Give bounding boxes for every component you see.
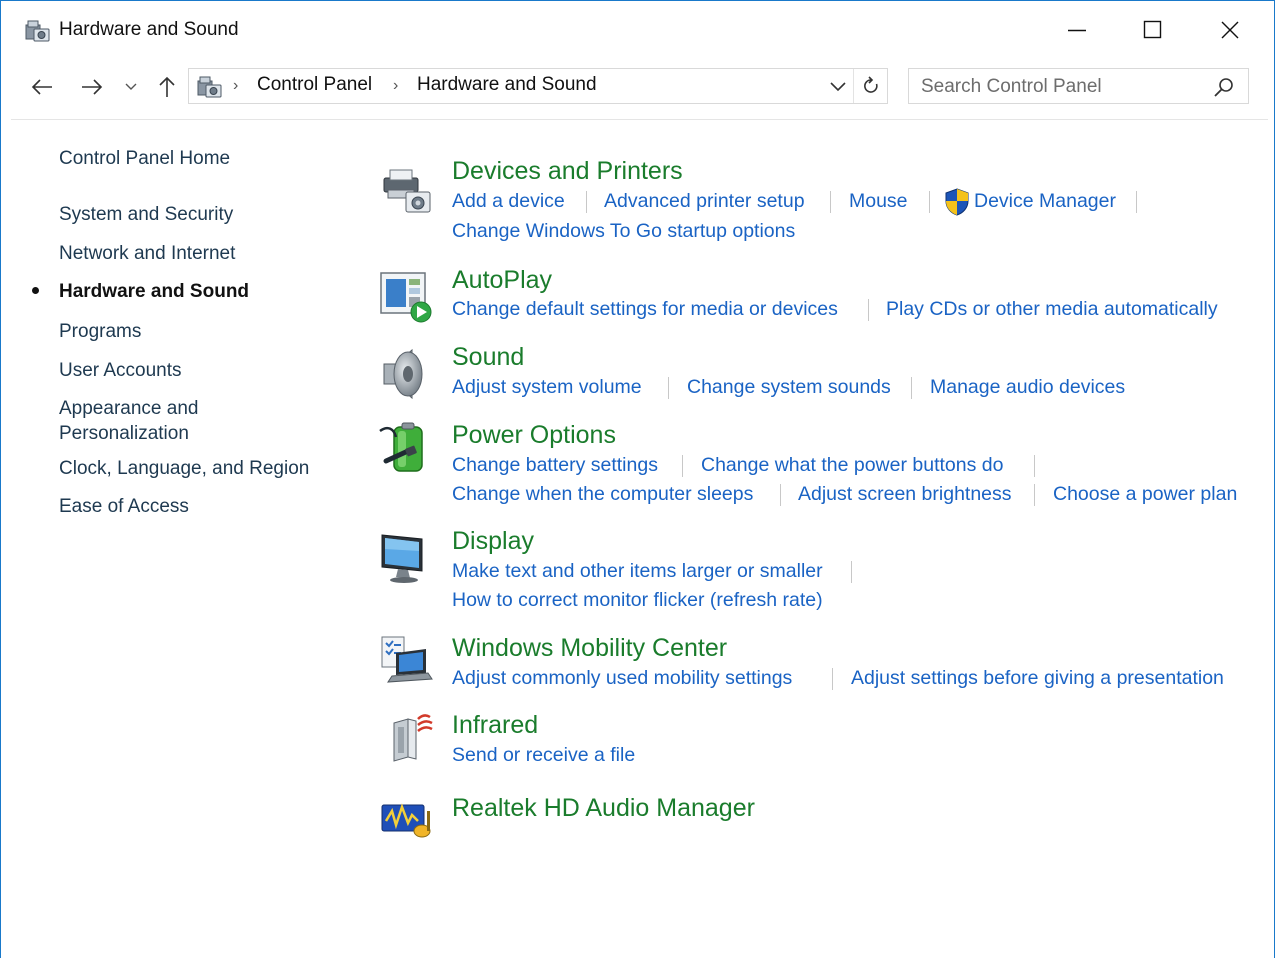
title-bar[interactable]: Hardware and Sound bbox=[1, 1, 1274, 59]
link-separator bbox=[830, 191, 831, 213]
arrow-left-icon bbox=[31, 79, 52, 95]
nav-control-panel-home[interactable]: Control Panel Home bbox=[59, 146, 230, 171]
link-change-power-buttons[interactable]: Change what the power buttons do bbox=[701, 453, 1003, 478]
up-button[interactable] bbox=[151, 71, 183, 103]
breadcrumb-control-panel[interactable]: Control Panel bbox=[257, 74, 372, 96]
minimize-button[interactable] bbox=[1047, 9, 1107, 51]
link-separator bbox=[1136, 191, 1137, 213]
recent-locations-button[interactable] bbox=[121, 71, 141, 103]
link-change-computer-sleeps[interactable]: Change when the computer sleeps bbox=[452, 482, 753, 507]
search-icon[interactable] bbox=[1213, 76, 1235, 98]
link-adjust-screen-brightness[interactable]: Adjust screen brightness bbox=[798, 482, 1012, 507]
link-separator bbox=[832, 668, 833, 690]
maximize-icon bbox=[1143, 20, 1162, 39]
link-change-system-sounds[interactable]: Change system sounds bbox=[687, 375, 891, 400]
nav-clock-language-region[interactable]: Clock, Language, and Region bbox=[59, 456, 309, 481]
printer-icon[interactable] bbox=[378, 164, 434, 220]
search-input[interactable] bbox=[921, 75, 1201, 99]
battery-icon[interactable] bbox=[378, 421, 434, 477]
link-separator bbox=[1034, 455, 1035, 477]
link-change-windows-to-go[interactable]: Change Windows To Go startup options bbox=[452, 219, 795, 244]
mobility-icon[interactable] bbox=[378, 633, 434, 689]
link-play-cds-automatically[interactable]: Play CDs or other media automatically bbox=[886, 297, 1218, 322]
chevron-down-icon bbox=[125, 83, 137, 90]
category-realtek-hd-audio-manager[interactable]: Realtek HD Audio Manager bbox=[452, 793, 755, 823]
nav-system-and-security[interactable]: System and Security bbox=[59, 202, 233, 227]
link-separator bbox=[851, 561, 852, 583]
link-choose-power-plan[interactable]: Choose a power plan bbox=[1053, 482, 1237, 507]
category-devices-and-printers[interactable]: Devices and Printers bbox=[452, 156, 683, 186]
control-panel-window: Hardware and Sound › Control Panel › Har… bbox=[0, 0, 1275, 958]
link-separator bbox=[682, 455, 683, 477]
arrow-up-icon bbox=[159, 76, 175, 97]
nav-network-and-internet[interactable]: Network and Internet bbox=[59, 241, 235, 266]
breadcrumb-separator-icon[interactable]: › bbox=[393, 77, 398, 95]
hardware-sound-icon bbox=[25, 20, 50, 42]
nav-hardware-and-sound: Hardware and Sound bbox=[59, 281, 250, 302]
category-infrared[interactable]: Infrared bbox=[452, 710, 538, 740]
link-send-or-receive-file[interactable]: Send or receive a file bbox=[452, 743, 635, 768]
chevron-down-icon[interactable] bbox=[829, 79, 847, 95]
control-panel-icon bbox=[197, 76, 222, 98]
link-adjust-presentation-settings[interactable]: Adjust settings before giving a presenta… bbox=[851, 666, 1224, 691]
monitor-icon[interactable] bbox=[378, 531, 434, 587]
category-power-options[interactable]: Power Options bbox=[452, 420, 616, 450]
link-separator bbox=[668, 377, 669, 399]
nav-appearance-and-personalization[interactable]: Appearance and Personalization bbox=[59, 396, 219, 446]
forward-button[interactable] bbox=[75, 71, 109, 103]
current-page-bullet bbox=[32, 287, 39, 294]
close-icon bbox=[1221, 21, 1239, 39]
link-change-battery-settings[interactable]: Change battery settings bbox=[452, 453, 658, 478]
link-advanced-printer-setup[interactable]: Advanced printer setup bbox=[604, 189, 805, 214]
refresh-icon bbox=[863, 76, 878, 93]
link-manage-audio-devices[interactable]: Manage audio devices bbox=[930, 375, 1125, 400]
nav-user-accounts[interactable]: User Accounts bbox=[59, 358, 182, 383]
link-add-a-device[interactable]: Add a device bbox=[452, 189, 565, 214]
uac-shield-icon bbox=[945, 188, 969, 216]
breadcrumb-hardware-and-sound[interactable]: Hardware and Sound bbox=[417, 74, 597, 96]
category-display[interactable]: Display bbox=[452, 526, 534, 556]
link-separator bbox=[929, 191, 930, 213]
minimize-icon bbox=[1068, 29, 1086, 32]
back-button[interactable] bbox=[25, 71, 59, 103]
link-separator bbox=[586, 191, 587, 213]
search-box[interactable] bbox=[908, 68, 1249, 104]
nav-programs[interactable]: Programs bbox=[59, 319, 141, 344]
link-separator bbox=[1034, 484, 1035, 506]
arrow-right-icon bbox=[82, 79, 103, 95]
window-title: Hardware and Sound bbox=[59, 19, 239, 40]
divider bbox=[11, 119, 1268, 120]
category-windows-mobility-center[interactable]: Windows Mobility Center bbox=[452, 633, 727, 663]
realtek-audio-icon[interactable] bbox=[378, 791, 434, 847]
address-bar[interactable]: › Control Panel › Hardware and Sound bbox=[188, 68, 888, 104]
link-make-text-larger[interactable]: Make text and other items larger or smal… bbox=[452, 559, 823, 584]
autoplay-icon[interactable] bbox=[378, 269, 434, 325]
category-sound[interactable]: Sound bbox=[452, 342, 524, 372]
category-autoplay[interactable]: AutoPlay bbox=[452, 265, 552, 295]
breadcrumb-separator-icon[interactable]: › bbox=[233, 77, 238, 95]
link-separator bbox=[868, 299, 869, 321]
link-adjust-mobility-settings[interactable]: Adjust commonly used mobility settings bbox=[452, 666, 792, 691]
link-change-default-media-settings[interactable]: Change default settings for media or dev… bbox=[452, 297, 838, 322]
close-button[interactable] bbox=[1200, 9, 1260, 51]
refresh-button[interactable] bbox=[853, 69, 887, 103]
maximize-button[interactable] bbox=[1123, 9, 1183, 51]
nav-ease-of-access[interactable]: Ease of Access bbox=[59, 494, 189, 519]
link-adjust-system-volume[interactable]: Adjust system volume bbox=[452, 375, 642, 400]
infrared-icon[interactable] bbox=[378, 709, 434, 765]
link-separator bbox=[780, 484, 781, 506]
link-mouse[interactable]: Mouse bbox=[849, 189, 908, 214]
link-monitor-flicker[interactable]: How to correct monitor flicker (refresh … bbox=[452, 588, 823, 613]
link-device-manager[interactable]: Device Manager bbox=[974, 189, 1116, 214]
link-separator bbox=[911, 377, 912, 399]
speaker-icon[interactable] bbox=[378, 346, 434, 402]
